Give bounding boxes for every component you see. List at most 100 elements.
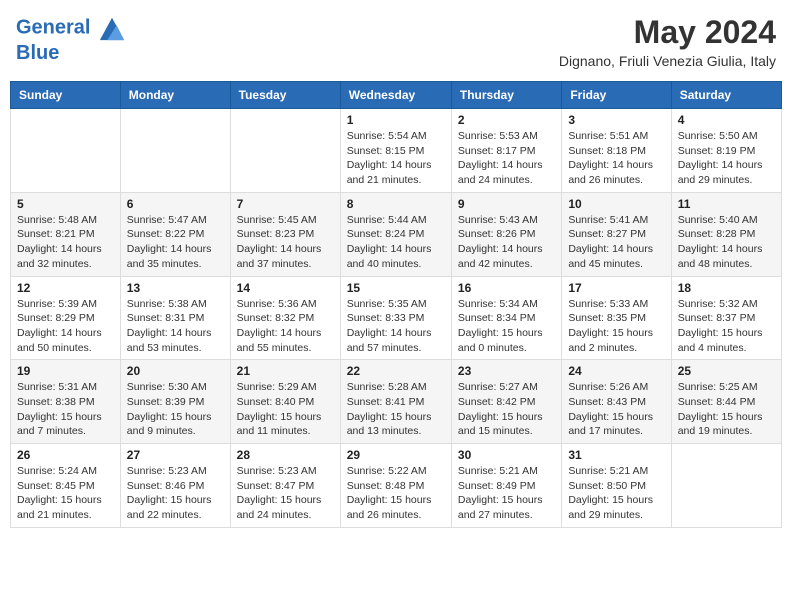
day-number: 1	[347, 113, 445, 127]
day-number: 21	[237, 364, 334, 378]
day-number: 27	[127, 448, 224, 462]
day-number: 3	[568, 113, 664, 127]
day-number: 10	[568, 197, 664, 211]
month-title: May 2024	[559, 14, 776, 51]
logo: General Blue	[16, 14, 126, 64]
calendar-week-row: 19 Sunrise: 5:31 AM Sunset: 8:38 PM Dayli…	[11, 360, 782, 444]
calendar-cell: 20Sunrise: 5:30 AM Sunset: 8:39 PM Dayli…	[120, 360, 230, 444]
day-info: Sunrise: 5:51 AM Sunset: 8:18 PM Dayligh…	[568, 129, 664, 188]
day-number: 22	[347, 364, 445, 378]
calendar-header-tuesday: Tuesday	[230, 82, 340, 109]
calendar-cell: 25Sunrise: 5:25 AM Sunset: 8:44 PM Dayli…	[671, 360, 781, 444]
day-info: Sunrise: 5:27 AM Sunset: 8:42 PM Dayligh…	[458, 380, 555, 439]
day-number: 2	[458, 113, 555, 127]
calendar-cell	[671, 444, 781, 528]
day-number: 4	[678, 113, 775, 127]
calendar-cell: 22 Sunrise: 5:28 AM Sunset: 8:41 PM Dayli…	[340, 360, 451, 444]
day-info: Sunrise: 5:23 AM Sunset: 8:46 PM Dayligh…	[127, 464, 224, 523]
calendar-cell: 29 Sunrise: 5:22 AM Sunset: 8:48 PM Dayli…	[340, 444, 451, 528]
day-number: 13	[127, 281, 224, 295]
page-header: General Blue May 2024 Dignano, Friuli Ve…	[10, 10, 782, 73]
calendar-cell: 16 Sunrise: 5:34 AM Sunset: 8:34 PM Dayli…	[451, 276, 561, 360]
calendar-cell: 27 Sunrise: 5:23 AM Sunset: 8:46 PM Dayli…	[120, 444, 230, 528]
day-info: Sunrise: 5:45 AM Sunset: 8:23 PM Dayligh…	[237, 213, 334, 272]
day-number: 28	[237, 448, 334, 462]
day-number: 24	[568, 364, 664, 378]
day-number: 25	[678, 364, 775, 378]
calendar-cell: 31 Sunrise: 5:21 AM Sunset: 8:50 PM Dayli…	[562, 444, 671, 528]
day-info: Sunrise: 5:47 AM Sunset: 8:22 PM Dayligh…	[127, 213, 224, 272]
calendar-cell: 11 Sunrise: 5:40 AM Sunset: 8:28 PM Dayli…	[671, 192, 781, 276]
day-info: Sunrise: 5:39 AM Sunset: 8:29 PM Dayligh…	[17, 297, 114, 356]
day-number: 30	[458, 448, 555, 462]
day-info: Sunrise: 5:35 AM Sunset: 8:33 PM Dayligh…	[347, 297, 445, 356]
day-number: 26	[17, 448, 114, 462]
day-number: 11	[678, 197, 775, 211]
calendar-table: SundayMondayTuesdayWednesdayThursdayFrid…	[10, 81, 782, 528]
calendar-header-wednesday: Wednesday	[340, 82, 451, 109]
day-info: Sunrise: 5:53 AM Sunset: 8:17 PM Dayligh…	[458, 129, 555, 188]
day-number: 19	[17, 364, 114, 378]
day-info: Sunrise: 5:40 AM Sunset: 8:28 PM Dayligh…	[678, 213, 775, 272]
day-number: 31	[568, 448, 664, 462]
day-number: 9	[458, 197, 555, 211]
day-info: Sunrise: 5:44 AM Sunset: 8:24 PM Dayligh…	[347, 213, 445, 272]
day-number: 5	[17, 197, 114, 211]
day-info: Sunrise: 5:48 AM Sunset: 8:21 PM Dayligh…	[17, 213, 114, 272]
calendar-cell: 1Sunrise: 5:54 AM Sunset: 8:15 PM Daylig…	[340, 109, 451, 193]
day-number: 7	[237, 197, 334, 211]
calendar-cell	[11, 109, 121, 193]
day-number: 6	[127, 197, 224, 211]
day-info: Sunrise: 5:23 AM Sunset: 8:47 PM Dayligh…	[237, 464, 334, 523]
day-info: Sunrise: 5:33 AM Sunset: 8:35 PM Dayligh…	[568, 297, 664, 356]
calendar-cell: 4 Sunrise: 5:50 AM Sunset: 8:19 PM Daylig…	[671, 109, 781, 193]
calendar-cell: 10 Sunrise: 5:41 AM Sunset: 8:27 PM Dayli…	[562, 192, 671, 276]
calendar-header-sunday: Sunday	[11, 82, 121, 109]
day-info: Sunrise: 5:26 AM Sunset: 8:43 PM Dayligh…	[568, 380, 664, 439]
day-number: 16	[458, 281, 555, 295]
calendar-header-thursday: Thursday	[451, 82, 561, 109]
calendar-cell: 5 Sunrise: 5:48 AM Sunset: 8:21 PM Daylig…	[11, 192, 121, 276]
day-info: Sunrise: 5:50 AM Sunset: 8:19 PM Dayligh…	[678, 129, 775, 188]
logo-text: General	[16, 14, 126, 42]
day-info: Sunrise: 5:41 AM Sunset: 8:27 PM Dayligh…	[568, 213, 664, 272]
day-info: Sunrise: 5:22 AM Sunset: 8:48 PM Dayligh…	[347, 464, 445, 523]
day-number: 18	[678, 281, 775, 295]
day-info: Sunrise: 5:36 AM Sunset: 8:32 PM Dayligh…	[237, 297, 334, 356]
calendar-header-saturday: Saturday	[671, 82, 781, 109]
day-info: Sunrise: 5:24 AM Sunset: 8:45 PM Dayligh…	[17, 464, 114, 523]
day-number: 12	[17, 281, 114, 295]
calendar-cell: 28 Sunrise: 5:23 AM Sunset: 8:47 PM Dayli…	[230, 444, 340, 528]
day-number: 29	[347, 448, 445, 462]
calendar-week-row: 26 Sunrise: 5:24 AM Sunset: 8:45 PM Dayli…	[11, 444, 782, 528]
calendar-cell: 26 Sunrise: 5:24 AM Sunset: 8:45 PM Dayli…	[11, 444, 121, 528]
day-info: Sunrise: 5:34 AM Sunset: 8:34 PM Dayligh…	[458, 297, 555, 356]
calendar-cell: 18 Sunrise: 5:32 AM Sunset: 8:37 PM Dayli…	[671, 276, 781, 360]
calendar-cell: 30Sunrise: 5:21 AM Sunset: 8:49 PM Dayli…	[451, 444, 561, 528]
calendar-header-row: SundayMondayTuesdayWednesdayThursdayFrid…	[11, 82, 782, 109]
day-number: 14	[237, 281, 334, 295]
day-info: Sunrise: 5:32 AM Sunset: 8:37 PM Dayligh…	[678, 297, 775, 356]
calendar-cell: 12 Sunrise: 5:39 AM Sunset: 8:29 PM Dayli…	[11, 276, 121, 360]
day-number: 17	[568, 281, 664, 295]
calendar-cell: 9 Sunrise: 5:43 AM Sunset: 8:26 PM Daylig…	[451, 192, 561, 276]
day-info: Sunrise: 5:28 AM Sunset: 8:41 PM Dayligh…	[347, 380, 445, 439]
calendar-cell	[120, 109, 230, 193]
location-title: Dignano, Friuli Venezia Giulia, Italy	[559, 53, 776, 69]
day-info: Sunrise: 5:21 AM Sunset: 8:50 PM Dayligh…	[568, 464, 664, 523]
day-info: Sunrise: 5:43 AM Sunset: 8:26 PM Dayligh…	[458, 213, 555, 272]
calendar-week-row: 1Sunrise: 5:54 AM Sunset: 8:15 PM Daylig…	[11, 109, 782, 193]
calendar-cell: 21Sunrise: 5:29 AM Sunset: 8:40 PM Dayli…	[230, 360, 340, 444]
calendar-cell: 17 Sunrise: 5:33 AM Sunset: 8:35 PM Dayli…	[562, 276, 671, 360]
calendar-week-row: 12 Sunrise: 5:39 AM Sunset: 8:29 PM Dayli…	[11, 276, 782, 360]
calendar-cell: 2 Sunrise: 5:53 AM Sunset: 8:17 PM Daylig…	[451, 109, 561, 193]
calendar-cell: 8 Sunrise: 5:44 AM Sunset: 8:24 PM Daylig…	[340, 192, 451, 276]
calendar-cell: 13Sunrise: 5:38 AM Sunset: 8:31 PM Dayli…	[120, 276, 230, 360]
day-number: 23	[458, 364, 555, 378]
calendar-week-row: 5 Sunrise: 5:48 AM Sunset: 8:21 PM Daylig…	[11, 192, 782, 276]
day-number: 8	[347, 197, 445, 211]
calendar-cell	[230, 109, 340, 193]
calendar-header-friday: Friday	[562, 82, 671, 109]
day-info: Sunrise: 5:31 AM Sunset: 8:38 PM Dayligh…	[17, 380, 114, 439]
day-info: Sunrise: 5:30 AM Sunset: 8:39 PM Dayligh…	[127, 380, 224, 439]
